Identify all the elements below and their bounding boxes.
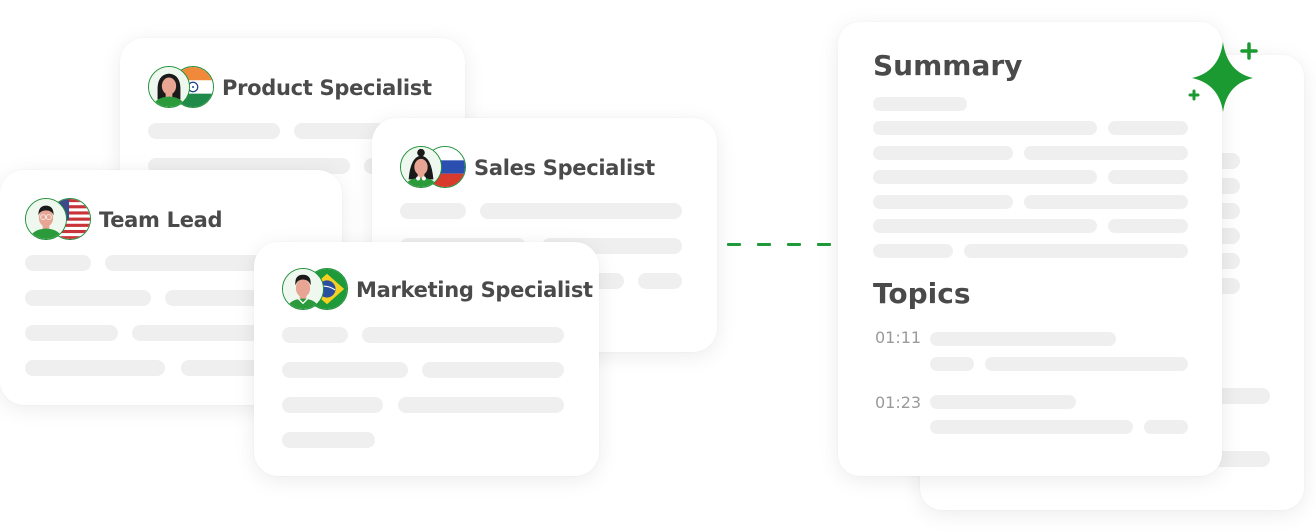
placeholder-line <box>400 203 466 219</box>
placeholder-line <box>873 146 1013 160</box>
placeholder-line <box>638 273 682 289</box>
placeholder-line <box>1144 420 1188 434</box>
placeholder-line <box>1024 146 1188 160</box>
placeholder-line <box>422 362 564 378</box>
placeholder-line <box>362 327 564 343</box>
placeholder-line <box>873 195 1013 209</box>
placeholder-line <box>1108 121 1188 135</box>
card-title: Team Lead <box>99 208 223 232</box>
placeholder-line <box>873 97 967 111</box>
man-avatar-icon <box>282 268 324 310</box>
man-with-glasses-avatar-icon <box>25 198 67 240</box>
placeholder-line <box>1108 170 1188 184</box>
summary-title: Summary <box>873 49 1023 82</box>
placeholder-line <box>873 121 1097 135</box>
placeholder-line <box>930 357 974 371</box>
placeholder-line <box>985 357 1188 371</box>
topic-timestamp: 01:11 <box>875 328 922 347</box>
placeholder-line <box>282 397 383 413</box>
topic-timestamp: 01:23 <box>875 393 922 412</box>
placeholder-line <box>25 290 151 306</box>
placeholder-line <box>930 332 1116 346</box>
placeholder-line <box>25 325 118 341</box>
card-title: Sales Specialist <box>474 156 655 180</box>
placeholder-line <box>25 255 91 271</box>
placeholder-line <box>398 397 564 413</box>
placeholder-line <box>873 244 953 258</box>
marketing-specialist-card: Marketing Specialist <box>254 242 599 476</box>
woman-with-bun-avatar-icon <box>400 146 442 188</box>
placeholder-line <box>964 244 1188 258</box>
placeholder-line <box>1108 219 1188 233</box>
topics-title: Topics <box>873 277 971 310</box>
woman-avatar-icon <box>148 66 190 108</box>
placeholder-line <box>282 327 348 343</box>
summary-card: Summary Topics 01:11 01:23 <box>838 22 1222 476</box>
placeholder-line <box>148 123 280 139</box>
placeholder-line <box>930 420 1133 434</box>
placeholder-line <box>282 362 408 378</box>
connector-dash <box>757 243 771 246</box>
placeholder-line <box>282 432 375 448</box>
connector-dash <box>727 243 741 246</box>
placeholder-line <box>480 203 682 219</box>
connector-dash <box>817 243 831 246</box>
placeholder-line <box>873 170 1097 184</box>
card-title: Marketing Specialist <box>356 278 593 302</box>
connector-dash <box>787 243 801 246</box>
placeholder-line <box>25 360 165 376</box>
placeholder-line <box>1024 195 1188 209</box>
placeholder-line <box>930 395 1076 409</box>
card-title: Product Specialist <box>222 76 432 100</box>
sparkle-icon <box>1188 42 1258 112</box>
placeholder-line <box>873 219 1097 233</box>
